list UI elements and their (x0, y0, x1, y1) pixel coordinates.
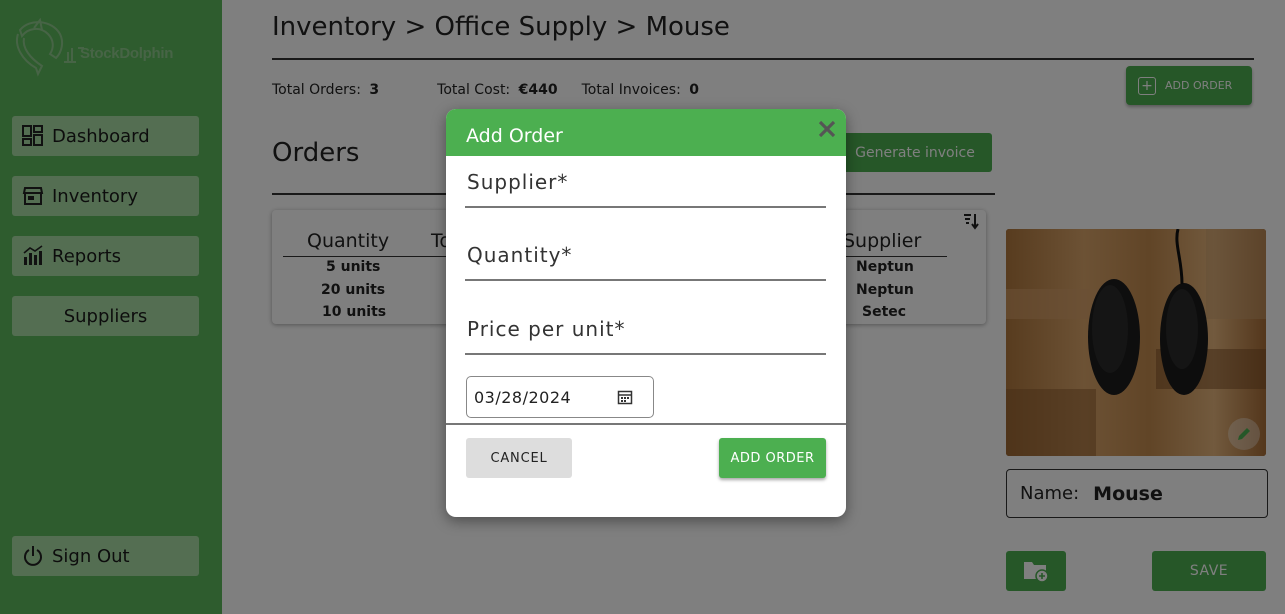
price-per-unit-label: Price per unit* (467, 317, 626, 341)
order-date-value: 03/28/2024 (474, 387, 572, 407)
close-icon[interactable] (816, 118, 838, 140)
cancel-button[interactable]: CANCEL (466, 438, 572, 478)
dialog-divider (446, 423, 846, 425)
field-underline (465, 206, 826, 208)
dialog-title: Add Order (466, 125, 563, 147)
field-underline (465, 279, 826, 281)
field-underline (465, 353, 826, 355)
quantity-field[interactable]: Quantity* (465, 243, 826, 283)
confirm-add-order-button[interactable]: ADD ORDER (719, 438, 826, 478)
quantity-label: Quantity* (467, 243, 573, 267)
order-date-input[interactable]: 03/28/2024 (466, 376, 654, 418)
supplier-field[interactable]: Supplier* (465, 170, 826, 210)
supplier-label: Supplier* (467, 170, 569, 194)
calendar-icon[interactable] (617, 389, 633, 405)
dialog-header: Add Order (446, 109, 846, 156)
price-per-unit-field[interactable]: Price per unit* (465, 317, 826, 357)
add-order-dialog: Add Order Supplier* Quantity* Price per … (446, 109, 846, 517)
